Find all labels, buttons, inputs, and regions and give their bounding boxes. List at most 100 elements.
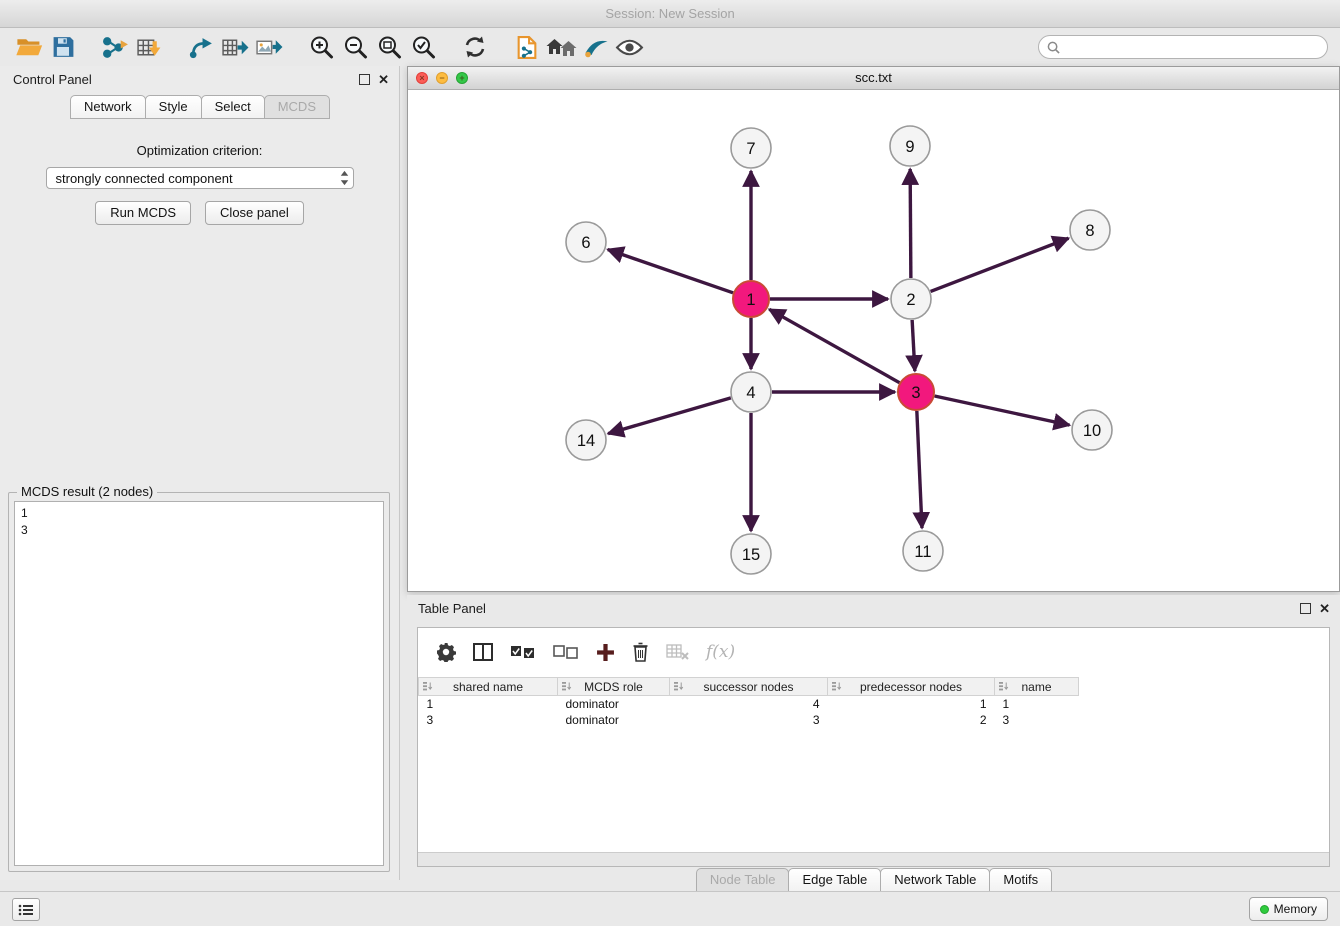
- graph-edge[interactable]: [931, 238, 1069, 291]
- sort-icon: [999, 681, 1009, 695]
- table-cell[interactable]: 3: [670, 712, 828, 728]
- tab-network[interactable]: Network: [70, 95, 146, 119]
- zoom-in-icon[interactable]: [304, 32, 338, 62]
- network-window-title: scc.txt: [855, 70, 892, 85]
- table-settings-gear-icon[interactable]: [436, 642, 456, 662]
- apply-style-icon[interactable]: [578, 32, 612, 62]
- table-row[interactable]: 3dominator323: [419, 712, 1079, 728]
- table-cell[interactable]: dominator: [558, 712, 670, 728]
- column-header-shared-name[interactable]: shared name: [419, 678, 558, 696]
- graph-node-selected[interactable]: 3: [898, 374, 934, 410]
- network-window-titlebar[interactable]: × − + scc.txt: [408, 67, 1339, 90]
- export-image-icon[interactable]: [252, 32, 286, 62]
- paintbrush-icon: [582, 36, 609, 58]
- svg-text:15: 15: [742, 546, 760, 564]
- run-mcds-button[interactable]: Run MCDS: [95, 201, 191, 225]
- network-document-icon: [515, 35, 539, 60]
- minimize-window-icon[interactable]: −: [436, 72, 448, 84]
- table-cell[interactable]: dominator: [558, 696, 670, 713]
- tab-edge-table[interactable]: Edge Table: [788, 868, 881, 892]
- svg-text:10: 10: [1083, 422, 1101, 440]
- table-cell[interactable]: 2: [828, 712, 995, 728]
- open-folder-icon: [16, 36, 43, 58]
- deselect-all-columns-icon[interactable]: [553, 645, 579, 660]
- mcds-result-groupbox: MCDS result (2 nodes) 13: [8, 492, 390, 872]
- column-header-name[interactable]: name: [995, 678, 1079, 696]
- zoom-fit-icon[interactable]: [372, 32, 406, 62]
- refresh-icon[interactable]: [458, 32, 492, 62]
- export-table-icon[interactable]: [218, 32, 252, 62]
- save-session-icon[interactable]: [46, 32, 80, 62]
- select-all-columns-icon[interactable]: [510, 645, 536, 660]
- tab-node-table[interactable]: Node Table: [696, 868, 790, 892]
- graph-node[interactable]: 11: [903, 531, 943, 571]
- tab-style[interactable]: Style: [145, 95, 202, 119]
- memory-button[interactable]: Memory: [1249, 897, 1328, 921]
- first-neighbors-icon[interactable]: [544, 32, 578, 62]
- table-cell[interactable]: 3: [995, 712, 1079, 728]
- show-task-history-button[interactable]: [12, 898, 40, 921]
- delete-column-icon[interactable]: [632, 642, 649, 662]
- graph-node[interactable]: 7: [731, 128, 771, 168]
- import-network-icon[interactable]: [98, 32, 132, 62]
- tab-mcds[interactable]: MCDS: [264, 95, 330, 119]
- float-panel-icon[interactable]: [359, 74, 370, 85]
- graph-edge[interactable]: [769, 309, 899, 382]
- column-header-successor-nodes[interactable]: successor nodes: [670, 678, 828, 696]
- show-column-panel-icon[interactable]: [473, 643, 493, 661]
- float-table-panel-icon[interactable]: [1300, 603, 1311, 614]
- search-input[interactable]: [1065, 39, 1319, 55]
- graph-node[interactable]: 2: [891, 279, 931, 319]
- table-horizontal-scrollbar[interactable]: [418, 852, 1329, 866]
- network-window: × − + scc.txt 7 9 6 8 1 2 4 3 14 10 15 11: [407, 66, 1340, 592]
- table-cell[interactable]: 3: [419, 712, 558, 728]
- mcds-result-line: 1: [15, 502, 383, 522]
- new-network-from-selection-icon[interactable]: [510, 32, 544, 62]
- table-panel-tabs: Node Table Edge Table Network Table Moti…: [407, 868, 1340, 892]
- graph-edge[interactable]: [917, 411, 922, 528]
- network-graph[interactable]: 7 9 6 8 1 2 4 3 14 10 15 11: [408, 90, 1339, 592]
- graph-edge[interactable]: [608, 250, 733, 293]
- sort-icon: [832, 681, 842, 695]
- graph-node[interactable]: 6: [566, 222, 606, 262]
- table-cell[interactable]: 1: [995, 696, 1079, 713]
- graph-node[interactable]: 8: [1070, 210, 1110, 250]
- graph-edge[interactable]: [910, 169, 911, 278]
- criterion-select[interactable]: strongly connected component: [46, 167, 354, 189]
- close-panel-icon[interactable]: ✕: [378, 73, 389, 86]
- zoom-window-icon[interactable]: +: [456, 72, 468, 84]
- export-network-icon[interactable]: [184, 32, 218, 62]
- graph-edge[interactable]: [935, 396, 1070, 425]
- column-header-mcds-role[interactable]: MCDS role: [558, 678, 670, 696]
- column-header-predecessor-nodes[interactable]: predecessor nodes: [828, 678, 995, 696]
- show-hide-icon[interactable]: [612, 32, 646, 62]
- close-table-panel-icon[interactable]: ✕: [1319, 602, 1330, 615]
- zoom-out-icon[interactable]: [338, 32, 372, 62]
- graph-node[interactable]: 15: [731, 534, 771, 574]
- graph-node[interactable]: 14: [566, 420, 606, 460]
- table-cell[interactable]: 1: [828, 696, 995, 713]
- zoom-selected-icon[interactable]: [406, 32, 440, 62]
- delete-table-icon-disabled: [666, 643, 689, 661]
- table-header-row: shared name MCDS role successor nodes pr…: [419, 678, 1079, 696]
- import-table-icon[interactable]: [132, 32, 166, 62]
- graph-node-selected[interactable]: 1: [733, 281, 769, 317]
- select-stepper-icon: [340, 170, 349, 186]
- close-panel-button[interactable]: Close panel: [205, 201, 304, 225]
- table-cell[interactable]: 1: [419, 696, 558, 713]
- graph-node[interactable]: 9: [890, 126, 930, 166]
- open-session-icon[interactable]: [12, 32, 46, 62]
- close-window-icon[interactable]: ×: [416, 72, 428, 84]
- tab-network-table[interactable]: Network Table: [880, 868, 990, 892]
- graph-edge[interactable]: [608, 398, 731, 434]
- table-cell[interactable]: 4: [670, 696, 828, 713]
- graph-node[interactable]: 10: [1072, 410, 1112, 450]
- tab-select[interactable]: Select: [201, 95, 265, 119]
- table-row[interactable]: 1dominator411: [419, 696, 1079, 713]
- table-toolbar: f(x): [418, 628, 1329, 667]
- tab-motifs[interactable]: Motifs: [989, 868, 1052, 892]
- create-column-icon[interactable]: [596, 643, 615, 662]
- graph-edge[interactable]: [912, 320, 915, 371]
- toolbar-search[interactable]: [1038, 35, 1328, 59]
- graph-node[interactable]: 4: [731, 372, 771, 412]
